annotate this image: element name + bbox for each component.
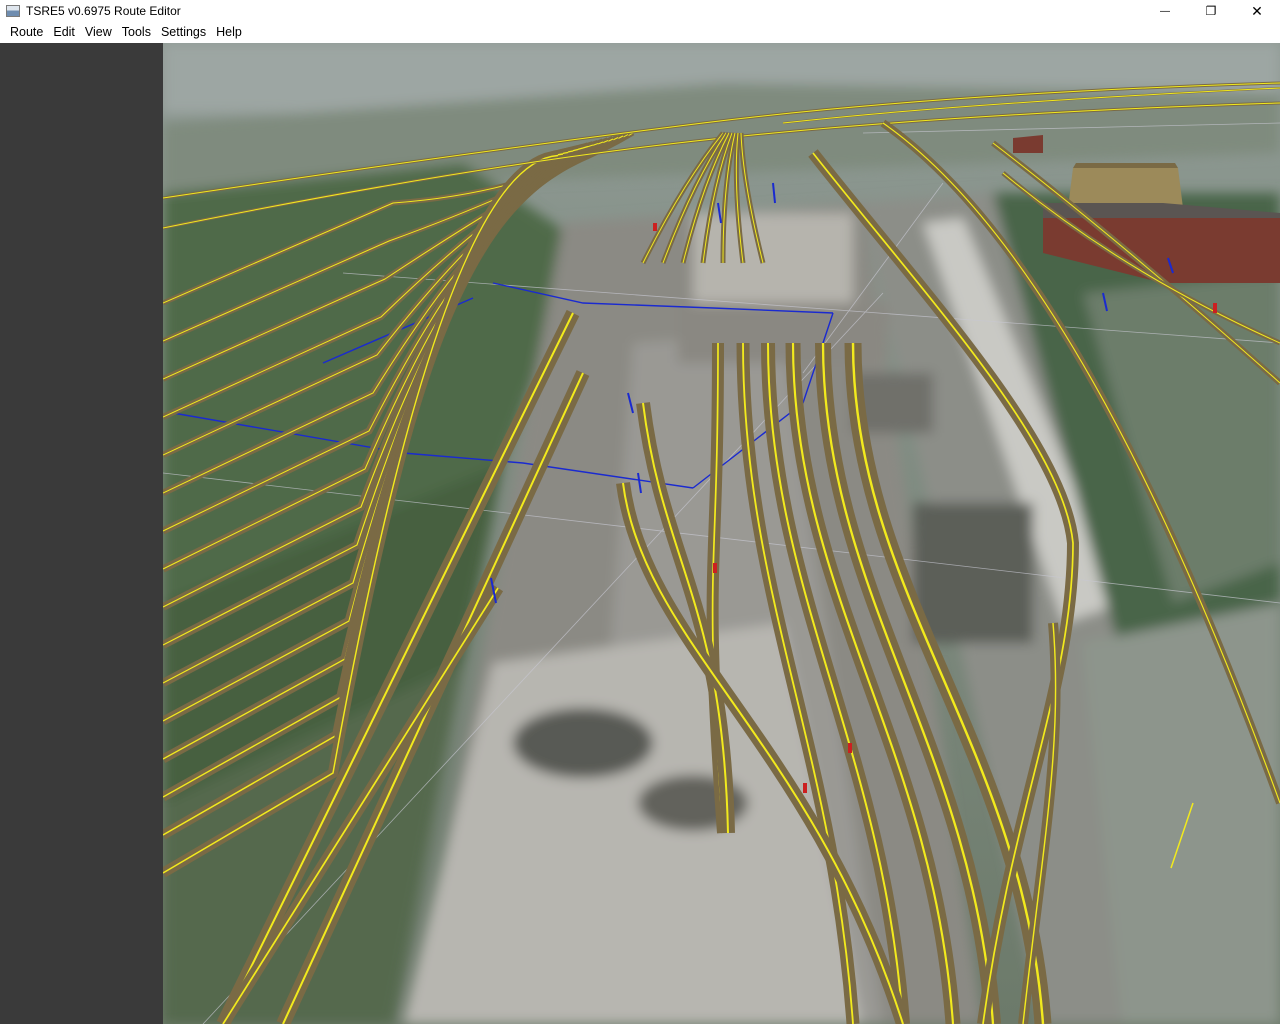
window-title: TSRE5 v0.6975 Route Editor (26, 4, 181, 18)
app-icon (6, 5, 20, 17)
menu-help[interactable]: Help (211, 22, 247, 43)
minimize-button[interactable]: — (1142, 0, 1188, 22)
menu-bar: Route Edit View Tools Settings Help (0, 22, 1280, 43)
minimize-icon: — (1160, 5, 1170, 17)
tool-sidebar[interactable] (0, 43, 163, 1024)
3d-viewport[interactable] (163, 43, 1280, 1024)
app-window: TSRE5 v0.6975 Route Editor — ❐ ✕ Route E… (0, 0, 1280, 1024)
menu-view[interactable]: View (80, 22, 117, 43)
close-icon: ✕ (1251, 2, 1263, 19)
close-button[interactable]: ✕ (1234, 0, 1280, 22)
menu-edit[interactable]: Edit (48, 22, 80, 43)
route-3d-scene[interactable] (163, 43, 1280, 1024)
menu-settings[interactable]: Settings (156, 22, 211, 43)
menu-route[interactable]: Route (0, 22, 48, 43)
restore-icon: ❐ (1205, 4, 1217, 18)
menu-tools[interactable]: Tools (117, 22, 156, 43)
restore-button[interactable]: ❐ (1188, 0, 1234, 22)
title-bar[interactable]: TSRE5 v0.6975 Route Editor — ❐ ✕ (0, 0, 1280, 22)
